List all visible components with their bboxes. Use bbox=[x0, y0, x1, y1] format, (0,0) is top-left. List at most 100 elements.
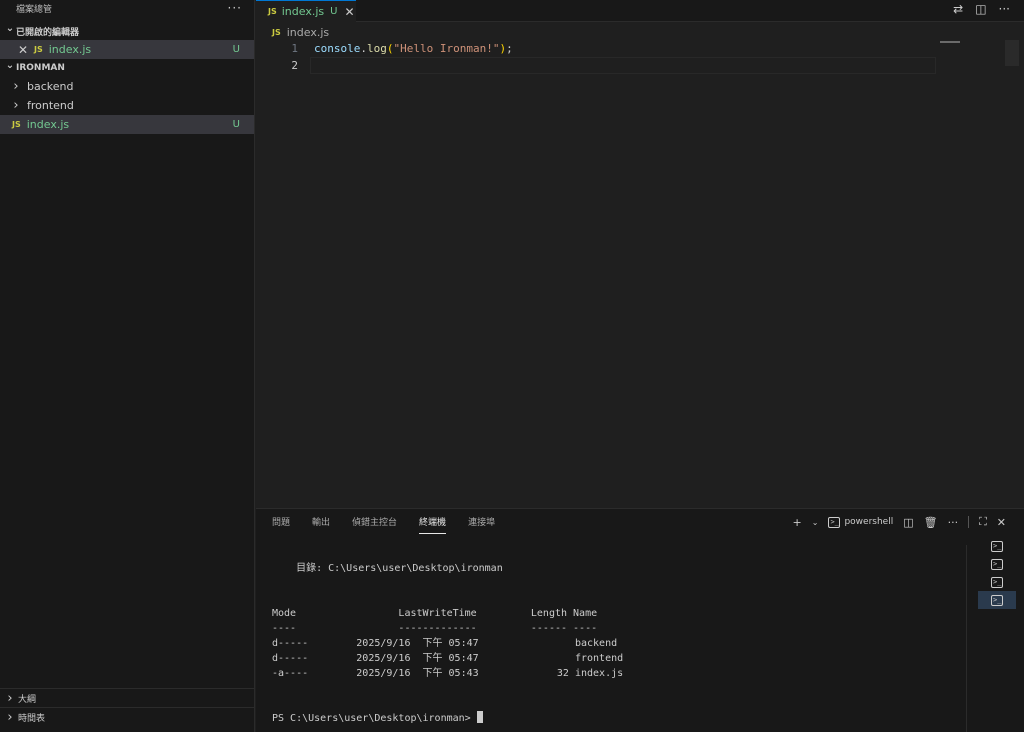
code-token: "Hello Ironman!" bbox=[393, 42, 500, 55]
git-status-badge: U bbox=[232, 44, 240, 55]
chevron-down-icon bbox=[4, 26, 16, 37]
line-number: 1 bbox=[291, 42, 298, 55]
tab-ports[interactable]: 連接埠 bbox=[468, 516, 495, 534]
chevron-right-icon bbox=[4, 710, 16, 725]
trash-icon[interactable]: 🗑 bbox=[924, 516, 938, 529]
terminal-icon: >_ bbox=[991, 594, 1003, 606]
chevron-right-icon bbox=[10, 79, 22, 94]
js-file-icon: JS bbox=[34, 45, 43, 54]
tab-label: index.js bbox=[281, 5, 325, 18]
close-icon[interactable]: ✕ bbox=[16, 43, 30, 57]
tree-item-index-js[interactable]: JS index.js U bbox=[0, 115, 254, 134]
chevron-down-icon[interactable]: ⌄ bbox=[812, 518, 819, 527]
js-file-icon: JS bbox=[12, 120, 21, 129]
breadcrumb-file: index.js bbox=[286, 25, 330, 39]
open-editors-title: 已開啟的編輯器 bbox=[16, 27, 80, 38]
chevron-right-icon bbox=[4, 691, 16, 706]
explorer-sidebar: 檔案總管 ··· 已開啟的編輯器 ✕ JS index.js U IRONMAN… bbox=[0, 0, 255, 732]
terminal-icon: >_ bbox=[828, 516, 841, 528]
tab-debug-console[interactable]: 偵錯主控台 bbox=[352, 516, 397, 534]
terminal-line: Mode LastWriteTime Length Name bbox=[272, 608, 598, 619]
terminal-line: 目錄: C:\Users\user\Desktop\ironman bbox=[272, 563, 503, 574]
divider bbox=[966, 545, 967, 732]
terminal-icon: >_ bbox=[991, 558, 1003, 570]
tree-item-label: backend bbox=[27, 80, 74, 93]
terminal-instance[interactable]: >_ bbox=[978, 555, 1016, 573]
terminal-cursor bbox=[476, 711, 483, 723]
panel-actions: + ⌄ >_ powershell ◫ 🗑 ··· ⛶ ✕ bbox=[793, 515, 1006, 529]
tab-output[interactable]: 輸出 bbox=[312, 516, 330, 534]
terminal-line: d----- 2025/9/16 下午 05:47 frontend bbox=[272, 653, 624, 664]
new-terminal-icon[interactable]: + bbox=[793, 516, 802, 529]
tab-index-js[interactable]: JS index.js U ✕ bbox=[256, 0, 356, 22]
bottom-panel: 問題 輸出 偵錯主控台 終端機 連接埠 + ⌄ >_ powershell ◫ … bbox=[256, 508, 1024, 732]
open-editor-item[interactable]: ✕ JS index.js U bbox=[0, 40, 254, 59]
code-token: . bbox=[360, 42, 367, 55]
terminal-instance[interactable]: >_ bbox=[978, 573, 1016, 591]
code-line: console.log("Hello Ironman!"); bbox=[314, 40, 513, 57]
code-token: console bbox=[314, 42, 361, 55]
split-editor-icon[interactable]: ◫ bbox=[975, 2, 986, 16]
code-content[interactable]: console.log("Hello Ironman!"); bbox=[314, 40, 513, 74]
terminal-icon: >_ bbox=[991, 576, 1003, 588]
terminal-list: >_ >_ >_ >_ bbox=[978, 537, 1016, 609]
minimap[interactable] bbox=[940, 41, 960, 43]
tab-problems[interactable]: 問題 bbox=[272, 516, 290, 534]
git-status-badge: U bbox=[232, 119, 240, 130]
line-numbers: 1 2 bbox=[256, 40, 298, 74]
code-token: ; bbox=[506, 42, 513, 55]
shell-label: powershell bbox=[844, 517, 894, 527]
editor-tab-bar: JS index.js U ✕ ⇄ ◫ ··· bbox=[256, 0, 1024, 22]
folder-title: IRONMAN bbox=[16, 63, 65, 73]
open-editors-section[interactable]: 已開啟的編輯器 bbox=[0, 22, 254, 40]
code-editor[interactable]: 1 2 console.log("Hello Ironman!"); bbox=[256, 40, 936, 500]
terminal-prompt-line: PS C:\Users\user\Desktop\ironman> bbox=[272, 711, 623, 726]
panel-tabs: 問題 輸出 偵錯主控台 終端機 連接埠 bbox=[272, 516, 495, 534]
chevron-down-icon bbox=[4, 63, 16, 74]
editor-scrollbar[interactable] bbox=[1005, 40, 1019, 66]
more-actions-icon[interactable]: ··· bbox=[999, 2, 1010, 16]
terminal-line: ---- ------------- ------ ---- bbox=[272, 623, 598, 634]
tree-item-backend[interactable]: backend bbox=[0, 77, 254, 96]
terminal-instance[interactable]: >_ bbox=[978, 537, 1016, 555]
tab-terminal[interactable]: 終端機 bbox=[419, 516, 447, 534]
more-actions-icon[interactable]: ··· bbox=[948, 516, 959, 529]
terminal-prompt: PS C:\Users\user\Desktop\ironman> bbox=[272, 713, 477, 724]
explorer-title: 檔案總管 bbox=[16, 4, 53, 15]
js-file-icon: JS bbox=[268, 7, 277, 16]
tree-item-label: index.js bbox=[26, 118, 70, 131]
code-token: log bbox=[366, 42, 387, 55]
more-actions-icon[interactable]: ··· bbox=[228, 1, 242, 15]
close-icon[interactable]: ✕ bbox=[344, 5, 354, 19]
line-number: 2 bbox=[291, 59, 298, 72]
tree-item-frontend[interactable]: frontend bbox=[0, 96, 254, 115]
close-icon[interactable]: ✕ bbox=[997, 516, 1006, 529]
divider bbox=[968, 516, 970, 528]
open-editor-filename: index.js bbox=[48, 43, 92, 56]
maximize-panel-icon[interactable]: ⛶ bbox=[979, 515, 987, 529]
split-terminal-icon[interactable]: ◫ bbox=[903, 516, 913, 529]
terminal-shell-selector[interactable]: >_ powershell bbox=[828, 516, 894, 528]
breadcrumb[interactable]: JS index.js bbox=[272, 25, 329, 39]
compare-changes-icon[interactable]: ⇄ bbox=[953, 2, 963, 16]
tree-item-label: frontend bbox=[27, 99, 74, 112]
outline-section[interactable]: 大綱 bbox=[0, 688, 255, 707]
js-file-icon: JS bbox=[272, 27, 281, 37]
terminal-output[interactable]: 目錄: C:\Users\user\Desktop\ironman Mode L… bbox=[272, 561, 623, 726]
terminal-instance[interactable]: >_ bbox=[978, 591, 1016, 609]
terminal-icon: >_ bbox=[991, 540, 1003, 552]
folder-section[interactable]: IRONMAN bbox=[0, 59, 254, 77]
git-status-badge: U bbox=[330, 6, 338, 17]
terminal-line: d----- 2025/9/16 下午 05:47 backend bbox=[272, 638, 618, 649]
outline-title: 大綱 bbox=[18, 694, 37, 705]
timeline-section[interactable]: 時間表 bbox=[0, 707, 255, 726]
terminal-line: -a---- 2025/9/16 下午 05:43 32 index.js bbox=[272, 668, 624, 679]
editor-actions: ⇄ ◫ ··· bbox=[953, 0, 1010, 18]
explorer-header: 檔案總管 ··· bbox=[0, 0, 254, 16]
chevron-right-icon bbox=[10, 98, 22, 113]
